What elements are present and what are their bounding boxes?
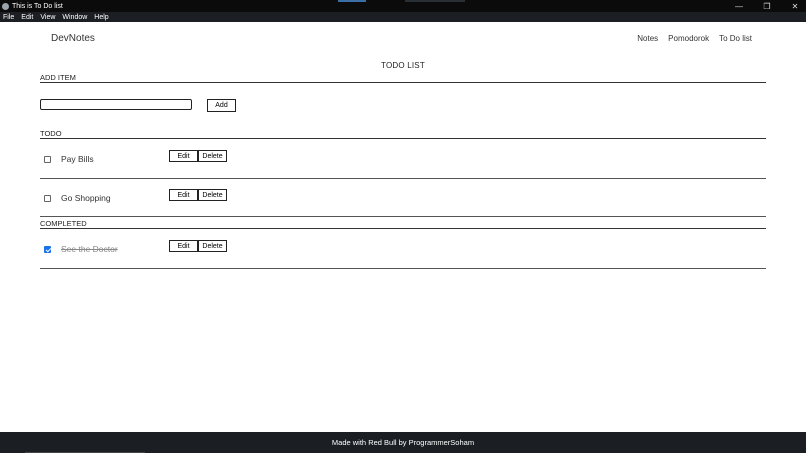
add-button[interactable]: Add bbox=[207, 99, 236, 112]
completed-checkbox[interactable] bbox=[44, 246, 51, 253]
nav-links: Notes Pomodorok To Do list bbox=[637, 34, 752, 43]
footer: Made with Red Bull by ProgrammerSoham bbox=[0, 432, 806, 453]
todo-heading: TODO bbox=[40, 129, 62, 138]
todo-item-text: Go Shopping bbox=[61, 193, 111, 203]
completed-heading: COMPLETED bbox=[40, 219, 87, 228]
divider bbox=[40, 216, 766, 217]
todo-item: Pay Bills Edit Delete bbox=[40, 150, 766, 167]
delete-button[interactable]: Delete bbox=[198, 240, 227, 252]
completed-item: See the Doctor Edit Delete bbox=[40, 240, 766, 257]
nav-notes[interactable]: Notes bbox=[637, 34, 658, 43]
todo-checkbox[interactable] bbox=[44, 195, 51, 202]
edit-button[interactable]: Edit bbox=[169, 150, 198, 162]
delete-button[interactable]: Delete bbox=[198, 189, 227, 201]
edit-button[interactable]: Edit bbox=[169, 240, 198, 252]
window-titlebar: This is To Do list — ❐ ✕ bbox=[0, 0, 806, 12]
todo-item: Go Shopping Edit Delete bbox=[40, 189, 766, 206]
titlebar-accent-2 bbox=[405, 0, 465, 2]
close-icon[interactable]: ✕ bbox=[790, 2, 800, 11]
menu-window[interactable]: Window bbox=[62, 14, 87, 21]
menu-view[interactable]: View bbox=[40, 14, 55, 21]
page-title: TODO LIST bbox=[381, 61, 425, 70]
todo-item-text: Pay Bills bbox=[61, 154, 94, 164]
menu-help[interactable]: Help bbox=[94, 14, 108, 21]
todo-checkbox[interactable] bbox=[44, 156, 51, 163]
menu-bar: File Edit View Window Help bbox=[0, 12, 806, 22]
divider bbox=[40, 82, 766, 83]
window-title: This is To Do list bbox=[12, 2, 63, 10]
restore-icon[interactable]: ❐ bbox=[762, 2, 772, 11]
titlebar-accent bbox=[338, 0, 366, 2]
divider bbox=[40, 138, 766, 139]
nav-todo[interactable]: To Do list bbox=[719, 34, 752, 43]
minimize-icon[interactable]: — bbox=[734, 2, 744, 11]
brand-logo[interactable]: DevNotes bbox=[51, 33, 95, 44]
divider bbox=[40, 228, 766, 229]
completed-item-text: See the Doctor bbox=[61, 244, 118, 254]
divider bbox=[40, 268, 766, 269]
nav-pomodoro[interactable]: Pomodorok bbox=[668, 34, 709, 43]
menu-edit[interactable]: Edit bbox=[21, 14, 33, 21]
edit-button[interactable]: Edit bbox=[169, 189, 198, 201]
menu-file[interactable]: File bbox=[3, 14, 14, 21]
app-icon bbox=[2, 2, 9, 10]
window-controls: — ❐ ✕ bbox=[734, 0, 800, 12]
new-item-input[interactable] bbox=[40, 99, 192, 110]
add-item-heading: ADD ITEM bbox=[40, 73, 76, 82]
footer-text: Made with Red Bull by ProgrammerSoham bbox=[331, 438, 475, 447]
divider bbox=[40, 178, 766, 179]
delete-button[interactable]: Delete bbox=[198, 150, 227, 162]
